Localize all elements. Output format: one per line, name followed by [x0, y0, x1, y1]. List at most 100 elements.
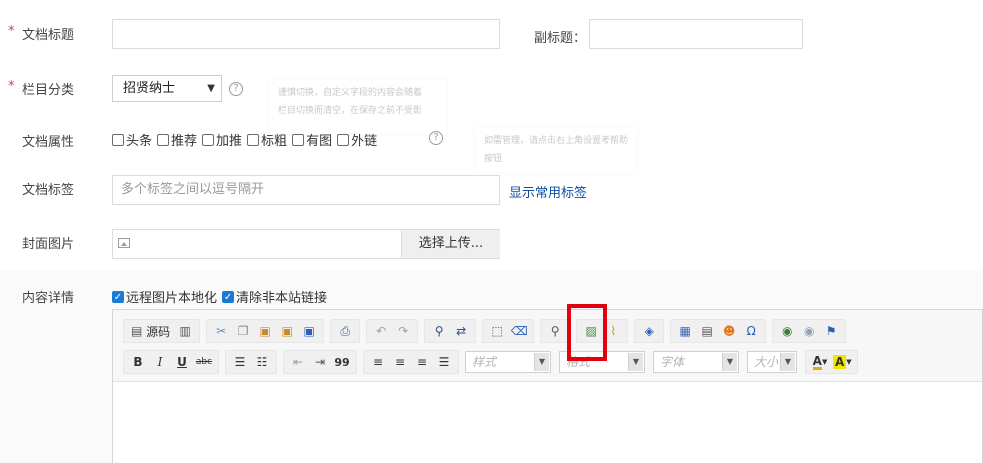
outdent-button[interactable]: ⇤ [289, 352, 307, 372]
align-right-button[interactable]: ≡ [413, 352, 431, 372]
anchor-button[interactable]: ⚑ [822, 321, 840, 341]
select-all-button[interactable]: ⬚ [488, 321, 506, 341]
preview-button[interactable]: ⚲ [546, 321, 564, 341]
print-button[interactable]: ⎙ [336, 321, 354, 341]
bg-color-button[interactable]: A ▼ [833, 352, 852, 372]
checkbox-bold-title[interactable]: 标粗 [247, 130, 287, 149]
checkbox-headline[interactable]: 头条 [112, 130, 152, 149]
copy-icon: ❐ [237, 324, 249, 338]
replace-button[interactable]: ⇄ [452, 321, 470, 341]
attributes-tooltip-line: 如需管理，请点击右上角设置考帮助 [484, 136, 629, 146]
checkbox-icon[interactable] [247, 133, 260, 146]
horizontal-rule-button[interactable]: ▤ [698, 321, 716, 341]
cut-button[interactable]: ✂ [212, 321, 230, 341]
help-icon[interactable]: ? [229, 82, 243, 96]
upload-button[interactable]: 选择上传... [401, 230, 500, 258]
underline-label: U [177, 355, 187, 369]
required-mark-category: * [8, 79, 15, 94]
toolbar-group-lists: ☰ ☷ [225, 350, 277, 374]
chevron-down-icon: ▼ [821, 358, 828, 366]
checkbox-checked-icon[interactable]: ✓ [112, 290, 124, 303]
style-combo[interactable]: 样式 ▼ [465, 351, 551, 373]
blockquote-button[interactable]: 99 [333, 352, 351, 372]
category-select[interactable]: 招贤纳士 ▼ [112, 75, 222, 102]
style-combo-label: 样式 [472, 355, 497, 369]
bg-color-icon: A [833, 355, 847, 369]
toolbar-group-clipboard: ✂ ❐ ▣ ▣ ▣ [206, 319, 325, 343]
outdent-icon: ⇤ [292, 355, 304, 369]
unordered-list-button[interactable]: ☷ [253, 352, 271, 372]
underline-button[interactable]: U [173, 352, 191, 372]
italic-button[interactable]: I [151, 352, 169, 372]
toolbar-row-2: B I U abc ☰ ☷ ⇤ ⇥ 99 ≡ ≡ ≡ ☰ 样式 ▼ 格式 ▼ 字… [123, 350, 864, 374]
checkbox-boost[interactable]: 加推 [202, 130, 242, 149]
unlink-button[interactable]: ◉ [800, 321, 818, 341]
table-button[interactable]: ▦ [676, 321, 694, 341]
paste-text-icon: ▣ [281, 324, 293, 338]
checkbox-icon[interactable] [202, 133, 215, 146]
editor-content-area[interactable] [113, 382, 982, 463]
redo-button[interactable]: ↷ [394, 321, 412, 341]
checkbox-icon[interactable] [337, 133, 350, 146]
flash-button[interactable]: ◈ [640, 321, 658, 341]
bold-label: B [133, 355, 143, 369]
checkbox-icon[interactable] [292, 133, 305, 146]
paste-word-icon: ▣ [303, 324, 315, 338]
align-center-button[interactable]: ≡ [391, 352, 409, 372]
ordered-list-button[interactable]: ☰ [231, 352, 249, 372]
paste-text-button[interactable]: ▣ [278, 321, 296, 341]
checkbox-icon[interactable] [157, 133, 170, 146]
cover-image-field[interactable]: 选择上传... [112, 229, 500, 259]
checkbox-label: 有图 [306, 134, 333, 149]
table-icon: ▦ [679, 324, 691, 338]
italic-label: I [157, 355, 163, 369]
remove-format-icon: ⌫ [510, 324, 528, 338]
required-mark-title: * [8, 24, 15, 39]
align-left-button[interactable]: ≡ [369, 352, 387, 372]
image-icon [118, 238, 130, 248]
checkbox-label: 远程图片本地化 [126, 291, 218, 306]
toolbar-row-1: ▤ 源码 ▥ ✂ ❐ ▣ ▣ ▣ ⎙ ↶ ↷ ⚲ ⇄ ⬚ ⌫ ⚲ ▨ ⌇ ◈ ▦… [123, 319, 852, 343]
content-label: 内容详情 [22, 291, 75, 306]
category-label: 栏目分类 [22, 83, 75, 98]
category-tooltip: 谨慎切换，自定义字段的内容会随着 栏目切换而清空，在保存之前不受影 [270, 80, 446, 134]
checkbox-remote-image-localize[interactable]: ✓ 远程图片本地化 [112, 287, 217, 306]
font-combo[interactable]: 字体 ▼ [653, 351, 739, 373]
toolbar-group-source: ▤ 源码 ▥ [123, 319, 201, 343]
help-icon[interactable]: ? [429, 131, 443, 145]
tags-input[interactable]: 多个标签之间以逗号隔开 [112, 175, 500, 205]
checkbox-checked-icon[interactable]: ✓ [222, 290, 235, 303]
find-button[interactable]: ⚲ [430, 321, 448, 341]
chevron-down-icon: ▼ [207, 83, 215, 94]
strikethrough-button[interactable]: abc [195, 352, 213, 372]
attributes-checkbox-group: 头条 推荐 加推 标粗 有图 外链 [112, 130, 382, 149]
copy-button[interactable]: ❐ [234, 321, 252, 341]
text-color-button[interactable]: A ▼ [811, 352, 829, 372]
checkbox-label: 清除非本站链接 [236, 291, 328, 306]
smiley-button[interactable]: ☻ [720, 321, 738, 341]
subtitle-input[interactable] [589, 19, 803, 49]
align-justify-button[interactable]: ☰ [435, 352, 453, 372]
show-common-tags-link[interactable]: 显示常用标签 [509, 182, 587, 201]
select-all-icon: ⬚ [491, 324, 503, 338]
undo-button[interactable]: ↶ [372, 321, 390, 341]
redo-icon: ↷ [398, 324, 409, 338]
title-input[interactable] [112, 19, 500, 49]
checkbox-has-image[interactable]: 有图 [292, 130, 332, 149]
link-button[interactable]: ◉ [778, 321, 796, 341]
checkbox-external-link[interactable]: 外链 [337, 130, 377, 149]
remove-format-button[interactable]: ⌫ [510, 321, 528, 341]
size-combo[interactable]: 大小 ▼ [747, 351, 797, 373]
checkbox-clear-external-links[interactable]: ✓ 清除非本站链接 [222, 287, 327, 306]
special-char-button[interactable]: Ω [742, 321, 760, 341]
indent-button[interactable]: ⇥ [311, 352, 329, 372]
toolbar-group-print: ⎙ [330, 319, 361, 343]
category-selected-value: 招贤纳士 [123, 81, 176, 96]
source-button[interactable]: ▤ 源码 [129, 321, 172, 341]
checkbox-recommend[interactable]: 推荐 [157, 130, 197, 149]
bold-button[interactable]: B [129, 352, 147, 372]
new-doc-button[interactable]: ▥ [176, 321, 194, 341]
checkbox-icon[interactable] [112, 133, 124, 146]
paste-button[interactable]: ▣ [256, 321, 274, 341]
paste-word-button[interactable]: ▣ [300, 321, 318, 341]
